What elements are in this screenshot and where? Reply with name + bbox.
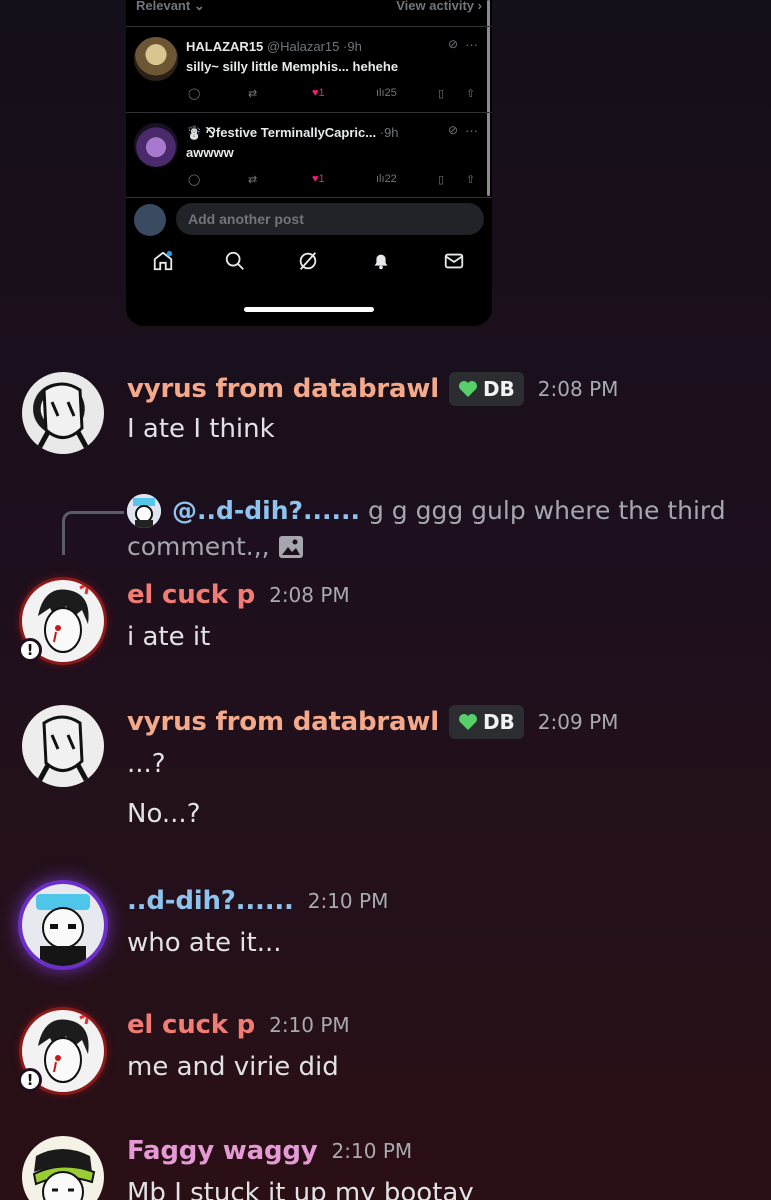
message-text: i ate it xyxy=(127,622,211,652)
views-icon[interactable]: ılı 25 xyxy=(376,87,397,99)
timestamp: 2:10 PM xyxy=(307,889,389,913)
reply-avatar[interactable] xyxy=(127,494,161,528)
reply-text: g g ggg gulp where the third xyxy=(367,496,726,525)
message-header: el cuck p 2:10 PM xyxy=(127,1010,350,1040)
heart-icon xyxy=(458,714,477,730)
avatar[interactable] xyxy=(22,705,104,787)
message-header: vyrus from databrawl DB 2:08 PM xyxy=(127,372,618,406)
avatar[interactable] xyxy=(134,123,178,167)
message-text: No...? xyxy=(127,799,201,829)
status-badge: ! xyxy=(18,1068,42,1092)
grok-icon[interactable]: ⊘ xyxy=(448,37,458,51)
tweet-time: 9h xyxy=(384,125,399,140)
avatar[interactable] xyxy=(22,884,104,966)
tweet-author[interactable]: ☃️ ⅋festive TerminallyCapric... xyxy=(186,125,376,140)
avatar xyxy=(134,204,166,236)
username[interactable]: el cuck p xyxy=(127,580,255,610)
message-header: ..d-dih?...... 2:10 PM xyxy=(127,886,388,916)
message-text: ...? xyxy=(127,749,166,779)
compose-input[interactable]: Add another post xyxy=(176,203,484,235)
timestamp: 2:08 PM xyxy=(269,583,350,607)
timestamp: 2:08 PM xyxy=(537,377,619,401)
message-header: vyrus from databrawl DB 2:09 PM xyxy=(127,705,618,739)
bookmark-icon[interactable]: ▯ xyxy=(438,87,444,100)
home-icon[interactable] xyxy=(152,250,176,274)
tweet-actions: ◯ ⇄ ♥ 1 ılı 25 ▯ ⇧ xyxy=(188,87,482,105)
tweet-author[interactable]: HALAZAR15 xyxy=(186,39,263,54)
message-header: el cuck p 2:08 PM xyxy=(127,580,350,610)
server-tag[interactable]: DB xyxy=(448,705,524,739)
tweet-1[interactable]: HALAZAR15 @Halazar15 ·9h ⊘ ··· silly~ si… xyxy=(126,26,492,112)
status-badge: ! xyxy=(18,638,42,662)
like-button[interactable]: ♥ 1 xyxy=(312,173,325,185)
avatar[interactable] xyxy=(22,1136,104,1200)
image-icon xyxy=(278,535,303,558)
reply-text-2: comment.,, xyxy=(127,532,270,561)
username[interactable]: el cuck p xyxy=(127,1010,255,1040)
message-text: who ate it... xyxy=(127,928,282,958)
search-icon[interactable] xyxy=(224,250,248,274)
bell-icon[interactable] xyxy=(370,250,394,274)
home-indicator xyxy=(244,307,374,312)
message-text: I ate I think xyxy=(127,414,275,444)
tweet-text: awwww xyxy=(186,145,234,160)
tag-label: DB xyxy=(482,710,515,734)
view-count: 25 xyxy=(384,87,397,99)
message-text: Mb I stuck it up my bootay xyxy=(127,1178,474,1200)
server-tag[interactable]: DB xyxy=(448,372,524,406)
retweet-icon[interactable]: ⇄ xyxy=(248,173,257,186)
heart-icon xyxy=(458,381,477,397)
embedded-screenshot[interactable]: Relevant ⌄ View activity › HALAZAR15 @Ha… xyxy=(126,0,492,326)
tag-label: DB xyxy=(482,377,515,401)
tweet-header: ☃️ ⅋festive TerminallyCapric... ·9h xyxy=(186,125,399,140)
reply-content: @..d-dih?...... g g ggg gulp where the t… xyxy=(172,496,726,525)
sort-dropdown[interactable]: Relevant ⌄ xyxy=(136,0,205,16)
tweet-2[interactable]: ☃️ ⅋festive TerminallyCapric... ·9h ⊘ ··… xyxy=(126,112,492,198)
compose-row: Add another post xyxy=(126,197,492,241)
timestamp: 2:10 PM xyxy=(269,1013,350,1037)
avatar[interactable] xyxy=(134,37,178,81)
timestamp: 2:10 PM xyxy=(331,1139,413,1163)
reply-author[interactable]: @..d-dih?...... xyxy=(172,496,360,525)
like-count: 1 xyxy=(318,173,325,185)
bottom-nav xyxy=(126,250,492,280)
share-icon[interactable]: ⇧ xyxy=(466,87,475,100)
views-icon[interactable]: ılı 22 xyxy=(376,173,397,185)
tweet-handle: @Halazar15 xyxy=(266,39,340,54)
username[interactable]: ..d-dih?...... xyxy=(127,886,294,916)
more-icon[interactable]: ··· xyxy=(465,37,478,52)
view-count: 22 xyxy=(384,173,397,185)
avatar[interactable] xyxy=(22,372,104,454)
reply-preview[interactable]: @..d-dih?...... g g ggg gulp where the t… xyxy=(0,490,771,570)
message-header: Faggy waggy 2:10 PM xyxy=(127,1136,412,1166)
bookmark-icon[interactable]: ▯ xyxy=(438,173,444,186)
share-icon[interactable]: ⇧ xyxy=(466,173,475,186)
embed-header: Relevant ⌄ View activity › xyxy=(126,0,492,16)
reply-spine xyxy=(62,511,124,555)
tweet-header: HALAZAR15 @Halazar15 ·9h xyxy=(186,39,362,54)
reply-content-2: comment.,, xyxy=(127,532,304,561)
timestamp: 2:09 PM xyxy=(537,710,619,734)
username[interactable]: vyrus from databrawl xyxy=(127,374,439,404)
tweet-time: 9h xyxy=(347,39,362,54)
more-icon[interactable]: ··· xyxy=(465,123,478,138)
view-activity-link[interactable]: View activity › xyxy=(396,0,482,16)
username[interactable]: Faggy waggy xyxy=(127,1136,318,1166)
grok-icon[interactable]: ⊘ xyxy=(448,123,458,137)
like-count: 1 xyxy=(318,87,325,99)
tweet-text: silly~ silly little Memphis... hehehe xyxy=(186,59,399,74)
retweet-icon[interactable]: ⇄ xyxy=(248,87,257,100)
reply-icon[interactable]: ◯ xyxy=(188,87,200,100)
reply-icon[interactable]: ◯ xyxy=(188,173,200,186)
message-text: me and virie did xyxy=(127,1052,339,1082)
username[interactable]: vyrus from databrawl xyxy=(127,707,439,737)
mail-icon[interactable] xyxy=(443,250,467,274)
grok-icon[interactable] xyxy=(297,250,321,274)
like-button[interactable]: ♥ 1 xyxy=(312,87,325,99)
tweet-actions: ◯ ⇄ ♥ 1 ılı 22 ▯ ⇧ xyxy=(188,173,482,191)
